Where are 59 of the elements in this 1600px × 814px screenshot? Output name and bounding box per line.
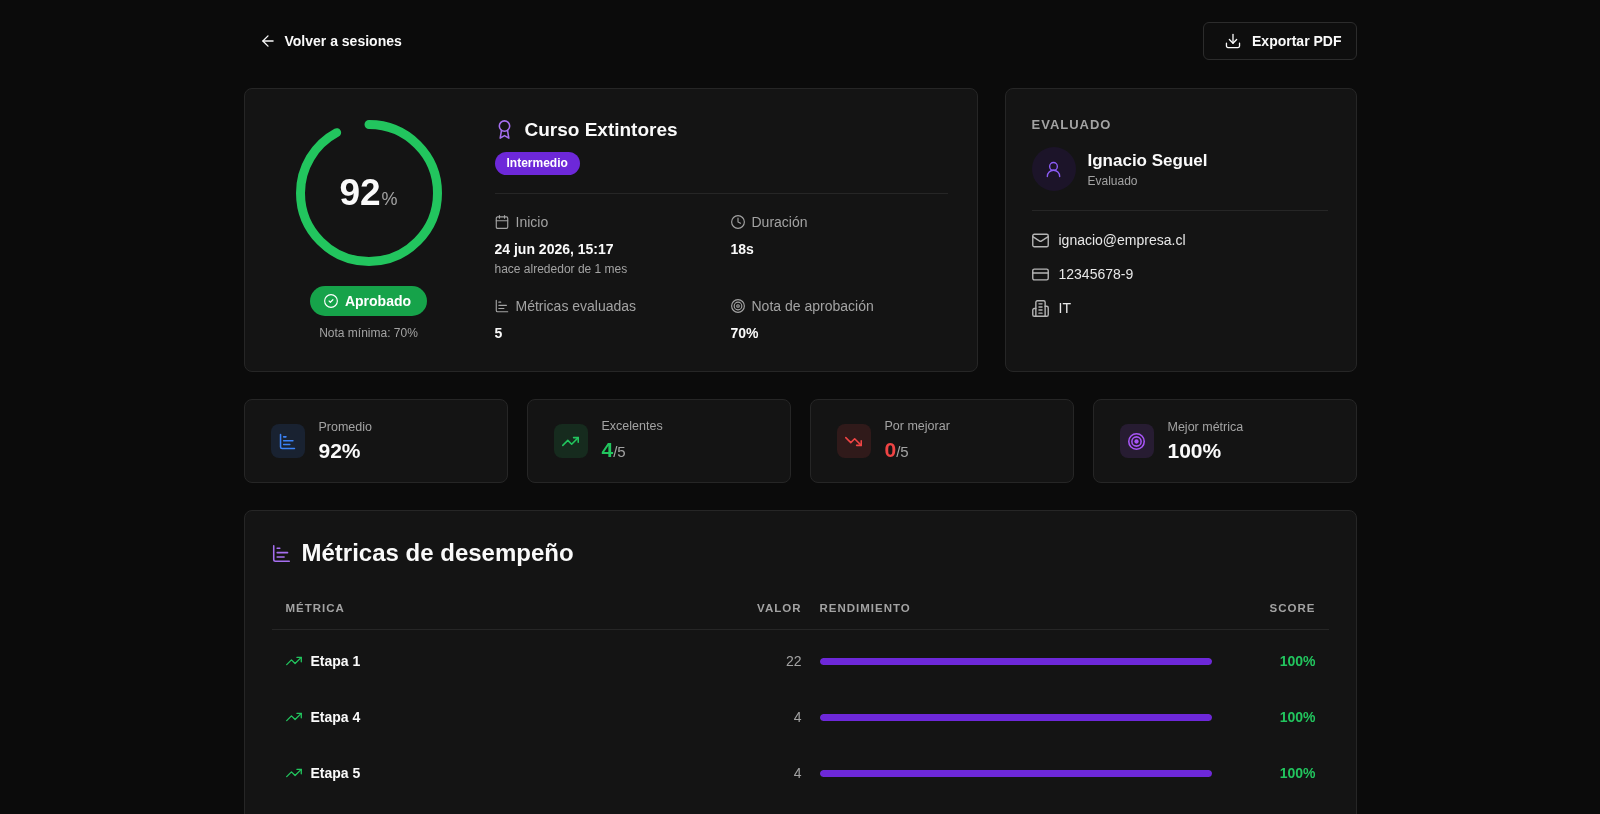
bar-chart-icon (271, 543, 291, 563)
stat-label: Promedio (318, 418, 372, 435)
metric-score: 100% (1279, 653, 1316, 669)
info-text: 12345678-9 (1058, 266, 1134, 282)
column-header: MÉTRICA (285, 601, 345, 614)
metric-value: 4 (793, 765, 802, 781)
detail-value: 70% (730, 323, 759, 343)
building-icon (1031, 299, 1049, 317)
clock-icon (730, 214, 745, 229)
person-role: Evaluado (1087, 172, 1138, 189)
stat-label: Excelentes (601, 417, 663, 434)
metric-name: Etapa 4 (310, 709, 361, 725)
detail-value: 24 jun 2026, 15:17 (494, 239, 614, 259)
stat-value: 100% (1167, 437, 1222, 464)
calendar-icon (494, 214, 509, 229)
minimum-score-text: Nota mínima: 70% (319, 324, 418, 341)
person-name: Ignacio Seguel (1087, 149, 1208, 172)
mail-icon (1031, 231, 1049, 249)
export-pdf-button[interactable]: Exportar PDF (1203, 22, 1357, 60)
target-icon (730, 298, 745, 313)
card-icon (1031, 265, 1049, 283)
column-header: VALOR (757, 601, 802, 614)
stat-value: 0/5 (884, 436, 909, 463)
stat-label: Mejor métrica (1167, 418, 1244, 435)
target-icon (1119, 424, 1154, 458)
detail-value: 5 (494, 323, 503, 343)
info-text: ignacio@empresa.cl (1058, 232, 1186, 248)
difficulty-badge: Intermedio (494, 151, 580, 175)
section-title: Métricas de desempeño (301, 539, 574, 567)
column-header: SCORE (1269, 601, 1316, 614)
stat-label: Por mejorar (884, 417, 950, 434)
score-percentage: 92% (339, 171, 398, 214)
detail-label: Métricas evaluadas (515, 297, 637, 314)
trend-up-icon (553, 424, 588, 458)
stat-value: 92% (318, 437, 361, 464)
bar-chart-icon (494, 298, 509, 313)
section-heading: EVALUADO (1031, 117, 1112, 133)
metric-value: 4 (793, 709, 802, 725)
detail-label: Inicio (515, 213, 549, 230)
detail-value: 18s (730, 239, 754, 259)
stat-value: 4/5 (601, 436, 626, 463)
avatar-icon (1031, 147, 1076, 191)
detail-note: hace alrededor de 1 mes (494, 260, 628, 277)
metric-value: 22 (785, 653, 802, 669)
metric-score: 100% (1279, 765, 1316, 781)
trend-down-icon (836, 424, 871, 458)
bar-chart-icon (270, 424, 305, 458)
status-label: Aprobado (344, 292, 412, 309)
column-header: RENDIMIENTO (819, 601, 911, 614)
back-button[interactable]: Volver a sesiones (243, 25, 418, 57)
download-icon (1225, 33, 1242, 49)
detail-label: Nota de aprobación (751, 297, 874, 314)
info-text: IT (1058, 300, 1071, 316)
metric-name: Etapa 5 (310, 765, 361, 781)
check-circle-icon (323, 293, 338, 308)
metric-name: Etapa 1 (310, 653, 361, 669)
course-title: Curso Extintores (524, 118, 678, 141)
metric-score: 100% (1279, 709, 1316, 725)
detail-label: Duración (751, 213, 808, 230)
